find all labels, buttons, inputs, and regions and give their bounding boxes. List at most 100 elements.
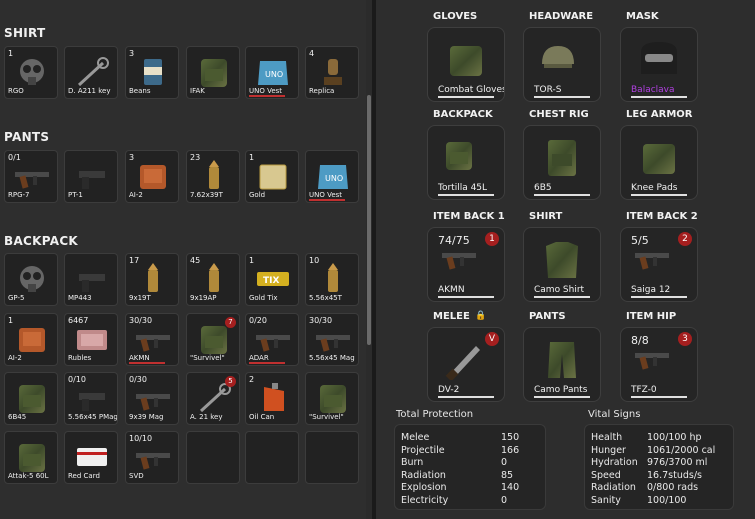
item-count: 0/1 [8, 153, 21, 162]
item-label: Oil Can [249, 413, 275, 421]
red-card-icon [73, 440, 111, 472]
equip-label: Combat Gloves [438, 85, 505, 95]
inventory-slot-ai-2[interactable]: 1 AI-2 [4, 313, 58, 366]
hotkey-badge: 3 [678, 332, 692, 346]
inventory-slot-empty[interactable] [245, 431, 299, 484]
item-label: "Survivel" [190, 354, 225, 362]
inventory-slot-adar[interactable]: 0/20 ADAR [245, 313, 299, 366]
item-label: RPG-7 [8, 191, 30, 199]
equip-slot-headware[interactable]: TOR-S [523, 27, 601, 102]
shirt-section-title: SHIRT [4, 26, 46, 40]
item-label: UNO Vest [249, 87, 283, 95]
inventory-slot-9x19t[interactable]: 17 9x19T [125, 253, 179, 306]
item-count: 30/30 [309, 316, 333, 325]
inventory-slot-ifak[interactable]: IFAK [186, 46, 240, 99]
equip-heading-chest-rig: CHEST RIG [529, 109, 589, 120]
item-label: Red Card [68, 472, 100, 480]
inventory-slot-5-56x45t[interactable]: 10 5.56x45T [305, 253, 359, 306]
item-label: 5.56x45 Mag [309, 354, 355, 362]
gold-icon [254, 159, 292, 191]
inventory-slot-akmn[interactable]: 30/30 AKMN [125, 313, 179, 366]
inventory-slot-survivel[interactable]: "Survivel" 7 [186, 313, 240, 366]
inventory-slot-7-62x39t[interactable]: 23 7.62x39T [186, 150, 240, 203]
inventory-slot-mp443[interactable]: MP443 [64, 253, 118, 306]
empty-icon [314, 440, 352, 472]
durability-bar [534, 296, 590, 298]
stat-value: 100/100 [647, 494, 687, 506]
inventory-slot-6b45[interactable]: 6B45 [4, 372, 58, 425]
inventory-slot-gold[interactable]: 1 Gold [245, 150, 299, 203]
item-label: 5.56x45 PMag [68, 413, 118, 421]
inventory-slot-uno-vest[interactable]: UNO UNO Vest [305, 150, 359, 203]
equip-slot-item-back-2[interactable]: 5/5 Saiga 12 2 [620, 227, 698, 302]
stat-name: Health [591, 432, 623, 443]
inventory-slot-uno-vest[interactable]: UNO UNO Vest [245, 46, 299, 99]
inventory-slot-empty[interactable] [186, 431, 240, 484]
equip-slot-chest-rig[interactable]: 6B5 [523, 125, 601, 200]
item-count: 10/10 [129, 434, 153, 443]
inventory-slot-gold-tix[interactable]: TIX 1 Gold Tix [245, 253, 299, 306]
survivel-icon [314, 381, 352, 413]
durability-bar [631, 396, 687, 398]
equip-slot-backpack[interactable]: Tortilla 45L [427, 125, 505, 200]
equip-slot-item-back-1[interactable]: 74/75 AKMN 1 [427, 227, 505, 302]
6b5-icon [536, 138, 588, 178]
item-count: 1 [8, 49, 14, 58]
inventory-slot-rubles[interactable]: 6467 Rubles [64, 313, 118, 366]
backpack-section-title: BACKPACK [4, 234, 79, 248]
item-label: ADAR [249, 354, 269, 362]
inventory-slot-attak-5-60l[interactable]: Attak-5 60L [4, 431, 58, 484]
inventory-slot-red-card[interactable]: Red Card [64, 431, 118, 484]
inventory-slot-empty[interactable] [305, 431, 359, 484]
stat-value: 0 [501, 457, 508, 468]
equip-slot-melee[interactable]: DV-2 V [427, 327, 505, 402]
equip-label: Balaclava [631, 85, 675, 95]
inventory-slot-pt-1[interactable]: PT-1 [64, 150, 118, 203]
svd-icon [134, 440, 172, 472]
equip-slot-item-hip[interactable]: 8/8 TFZ-0 3 [620, 327, 698, 402]
inventory-slot-9x39-mag[interactable]: 0/30 9x39 Mag [125, 372, 179, 425]
pt-1-icon [73, 159, 111, 191]
equip-slot-shirt[interactable]: Camo Shirt [523, 227, 601, 302]
inventory-slot-rpg-7[interactable]: 0/1 RPG-7 [4, 150, 58, 203]
inventory-slot-a-21-key[interactable]: A. 21 key 5 [186, 372, 240, 425]
equip-label: 6B5 [534, 183, 552, 193]
inventory-slot-5-56x45-pmag[interactable]: 0/10 5.56x45 PMag [64, 372, 118, 425]
equip-slot-leg-armor[interactable]: Knee Pads [620, 125, 698, 200]
inventory-slot-svd[interactable]: 10/10 SVD [125, 431, 179, 484]
equip-slot-gloves[interactable]: Combat Gloves [427, 27, 505, 102]
inventory-slot-5-56x45-mag[interactable]: 30/30 5.56x45 Mag [305, 313, 359, 366]
inventory-slot-gp-5[interactable]: GP-5 [4, 253, 58, 306]
scrollbar-thumb[interactable] [367, 95, 371, 345]
7-62x39t-icon [195, 159, 233, 191]
durability-bar [534, 194, 590, 196]
tortilla-45l-icon [440, 138, 492, 178]
inventory-slot-d-a211-key[interactable]: D. A211 key [64, 46, 118, 99]
9x19t-icon [134, 262, 172, 294]
equip-slot-mask[interactable]: Balaclava [620, 27, 698, 102]
item-count: 17 [129, 256, 140, 265]
stat-name: Sanity [591, 494, 621, 506]
inventory-slot-9x19ap[interactable]: 45 9x19AP [186, 253, 240, 306]
stat-name: Projectile [401, 444, 445, 456]
stat-name: Burn [401, 457, 424, 468]
inventory-slot-ai-2[interactable]: 3 AI-2 [125, 150, 179, 203]
hotkey-badge: 5 [225, 376, 236, 387]
item-count: 30/30 [129, 316, 153, 325]
5-56x45-mag-icon [314, 322, 352, 354]
equip-label: TOR-S [534, 85, 562, 95]
inventory-slot-replica[interactable]: 4 Replica [305, 46, 359, 99]
empty-icon [254, 440, 292, 472]
inventory-slot-beans[interactable]: 3 Beans [125, 46, 179, 99]
equip-slot-pants[interactable]: Camo Pants [523, 327, 601, 402]
6b45-icon [13, 381, 51, 413]
inventory-panel: SHIRT PANTS BACKPACK 1 RGO D. A211 key 3 Bea… [0, 0, 372, 519]
stat-value: 0 [501, 494, 508, 506]
stat-value: 150 [501, 432, 520, 443]
item-count: 3 [129, 49, 135, 58]
inventory-slot-oil-can[interactable]: 2 Oil Can [245, 372, 299, 425]
item-label: SVD [129, 472, 144, 480]
inventory-slot-survivel[interactable]: "Survivel" [305, 372, 359, 425]
item-label: Attak-5 60L [8, 472, 49, 480]
inventory-slot-rgo[interactable]: 1 RGO [4, 46, 58, 99]
